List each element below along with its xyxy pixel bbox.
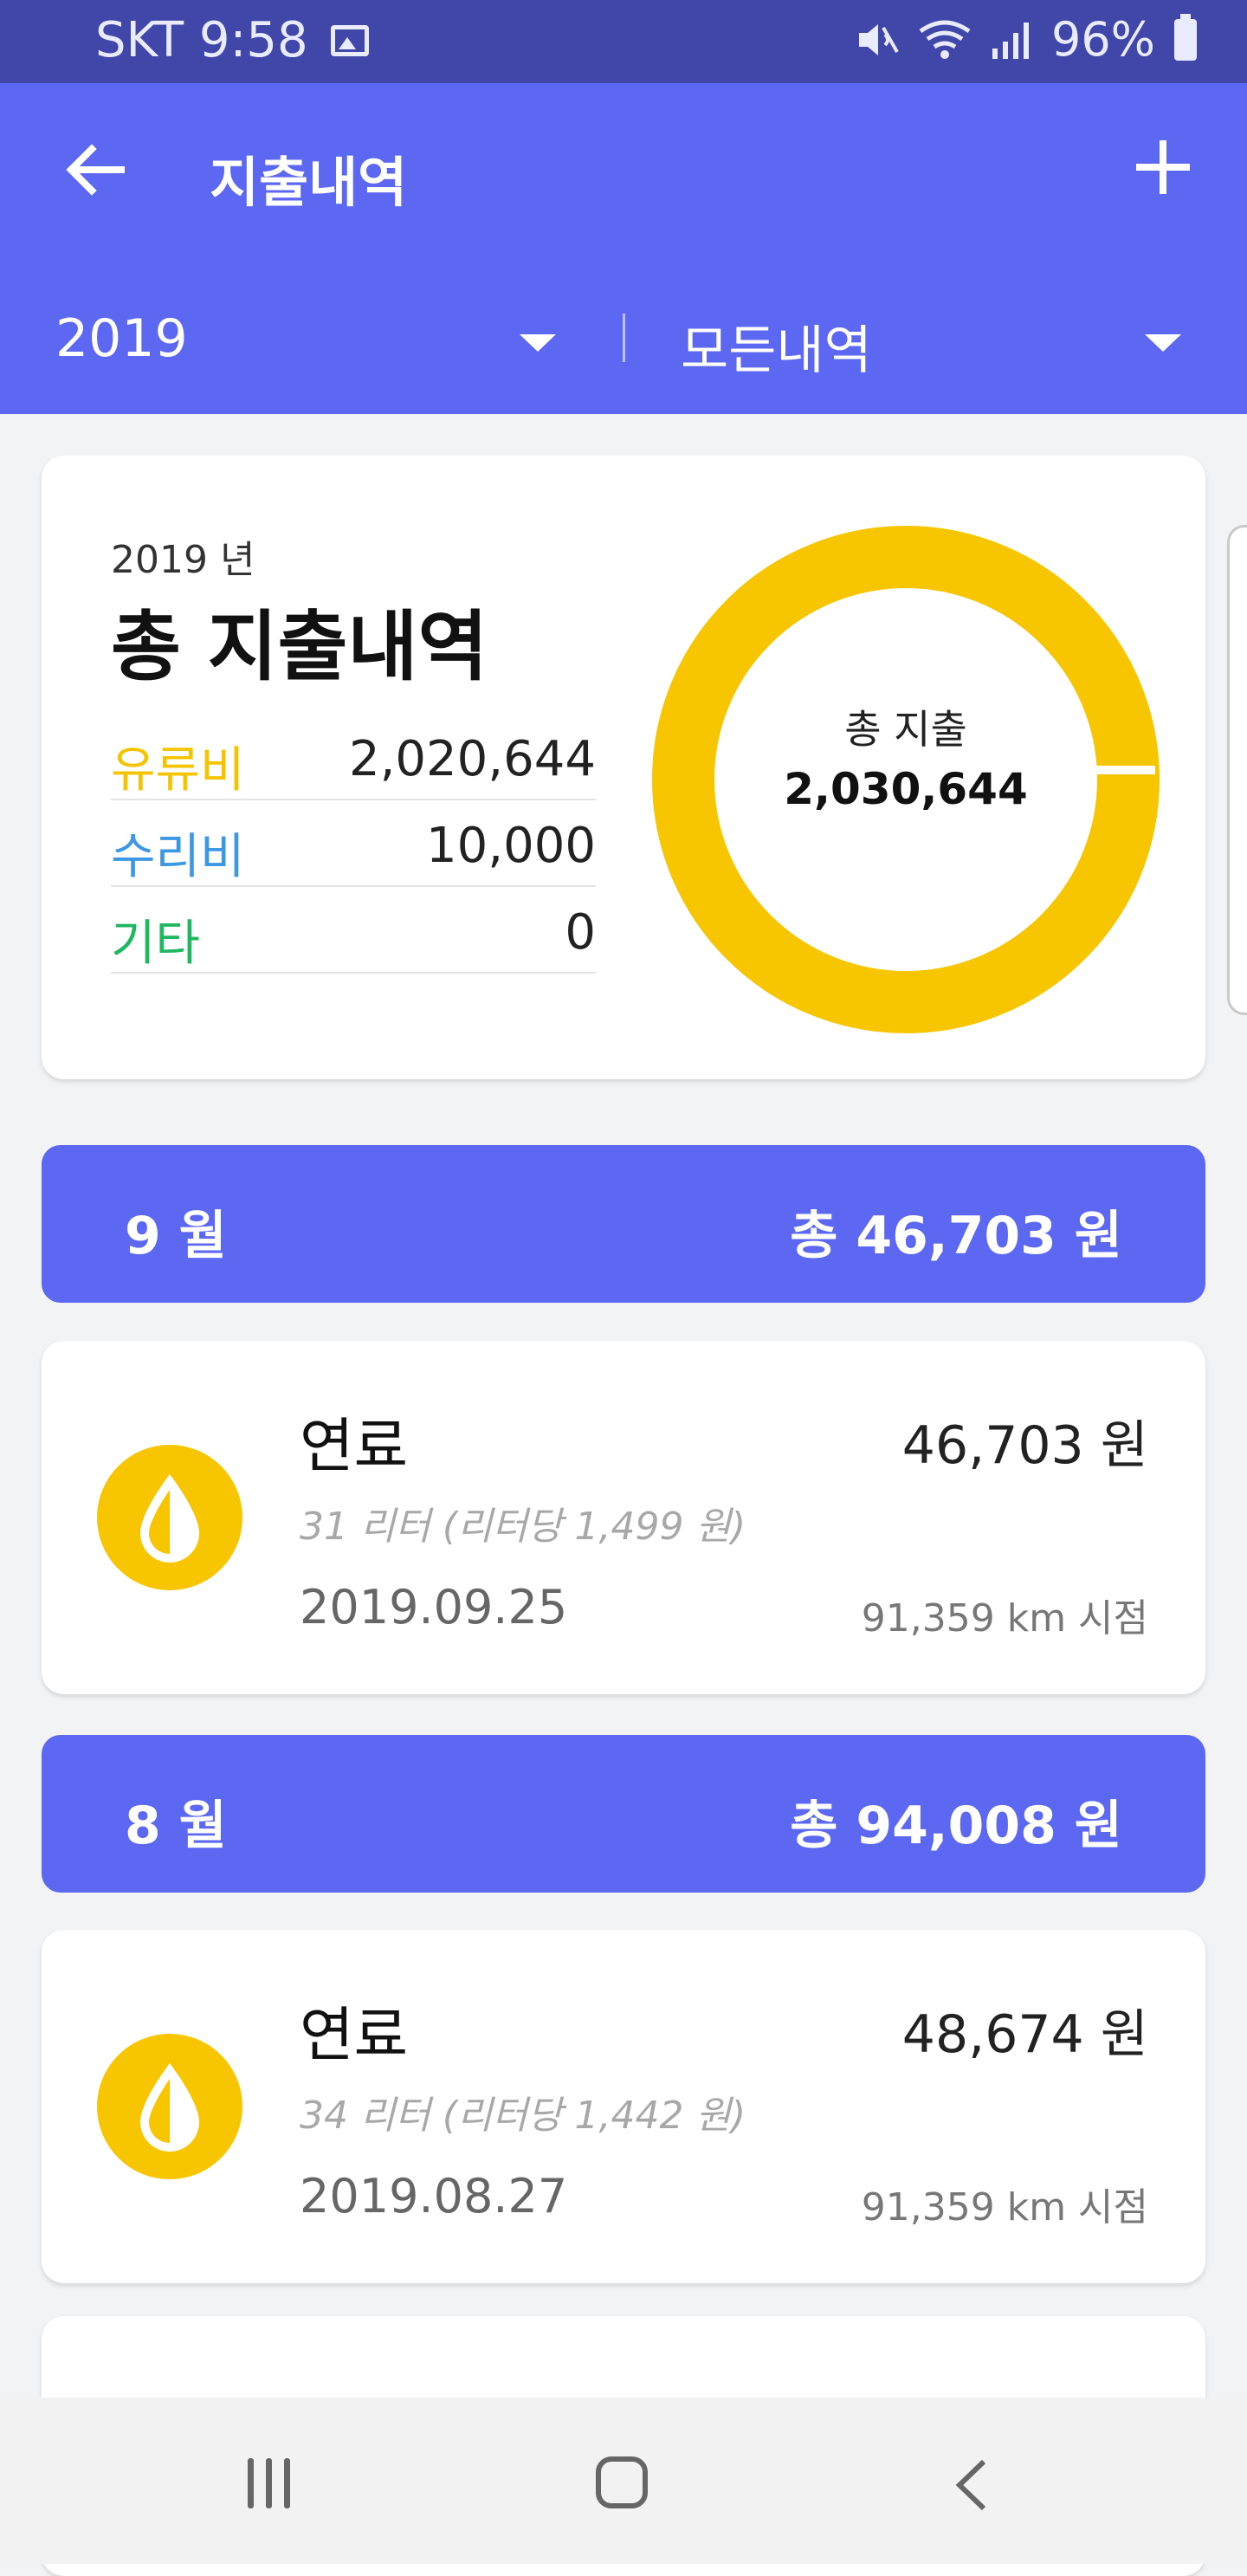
back-arrow-icon[interactable] [61, 135, 130, 204]
status-left: SKT 9:58 [95, 12, 369, 68]
entry-title: 연료 [300, 2002, 409, 2070]
summary-card: 2019 년 총 지출내역 유류비 2,020,644 수리비 10,000 기… [42, 456, 1205, 1079]
year-select[interactable]: 2019 [55, 308, 188, 369]
entry-liters: 31 리터 (리터당 1,499 원) [300, 1505, 746, 1549]
entry-odometer: 91,359 km 시점 [861, 2185, 1148, 2230]
other-value: 0 [565, 904, 596, 961]
month-header-september[interactable]: 9 월 총 46,703 원 [42, 1145, 1205, 1303]
summary-row-other: 기타 0 [111, 887, 596, 974]
month-total: 총 46,703 원 [790, 1206, 1122, 1266]
month-label: 9 월 [125, 1206, 227, 1266]
image-icon [330, 24, 369, 56]
fuel-drop-icon [97, 2034, 242, 2179]
other-label: 기타 [111, 916, 201, 972]
type-select[interactable]: 모든내역 [681, 308, 872, 384]
wifi-icon [919, 20, 971, 59]
fuel-value: 2,020,644 [348, 731, 596, 787]
donut-center: 총 지출 2,030,644 [637, 698, 1174, 814]
status-right: 96% [856, 12, 1197, 67]
donut-total: 2,030,644 [784, 764, 1028, 814]
entry-date: 2019.09.25 [300, 1580, 568, 1634]
nav-recent-icon[interactable] [248, 2458, 290, 2508]
signal-icon [992, 22, 1029, 59]
summary-row-fuel: 유류비 2,020,644 [111, 714, 596, 800]
entry-amount: 46,703 원 [901, 1415, 1148, 1476]
mute-icon [858, 23, 899, 55]
entry-amount: 48,674 원 [901, 2004, 1148, 2065]
entry-liters: 34 리터 (리터당 1,442 원) [300, 2094, 746, 2138]
battery-icon [1174, 13, 1197, 61]
donut-label: 총 지출 [844, 706, 967, 753]
system-nav-bar [0, 2398, 1247, 2564]
nav-back-icon[interactable] [951, 2458, 994, 2512]
fuel-drop-icon [97, 1445, 242, 1590]
expense-entry[interactable]: 연료 48,674 원 34 리터 (리터당 1,442 원) 2019.08.… [42, 1930, 1205, 2283]
filter-divider [623, 314, 625, 362]
carrier-time: SKT 9:58 [95, 12, 308, 68]
repair-value: 10,000 [426, 818, 596, 874]
summary-year: 2019 년 [111, 538, 255, 582]
dropdown-icon[interactable] [1145, 334, 1181, 352]
month-header-august[interactable]: 8 월 총 94,008 원 [42, 1735, 1205, 1893]
plus-icon[interactable] [1133, 137, 1193, 197]
side-handle[interactable] [1227, 525, 1247, 1015]
summary-row-repair: 수리비 10,000 [111, 800, 596, 887]
page-title: 지출내역 [210, 151, 408, 214]
month-label: 8 월 [125, 1796, 227, 1856]
month-total: 총 94,008 원 [790, 1796, 1122, 1856]
nav-home-icon[interactable] [596, 2456, 648, 2508]
expense-entry[interactable]: 연료 46,703 원 31 리터 (리터당 1,499 원) 2019.09.… [42, 1341, 1205, 1694]
app-bar: 지출내역 2019 모든내역 [0, 83, 1247, 414]
filter-bar: 2019 모든내역 [0, 301, 1247, 388]
battery-percent: 96% [1050, 12, 1155, 67]
entry-date: 2019.08.27 [300, 2169, 568, 2223]
dropdown-icon[interactable] [520, 334, 556, 352]
repair-label: 수리비 [111, 829, 245, 885]
summary-title: 총 지출내역 [111, 602, 488, 691]
fuel-label: 유류비 [111, 742, 245, 799]
status-bar: SKT 9:58 96% [0, 0, 1247, 83]
entry-odometer: 91,359 km 시점 [861, 1596, 1148, 1641]
entry-title: 연료 [300, 1413, 409, 1481]
